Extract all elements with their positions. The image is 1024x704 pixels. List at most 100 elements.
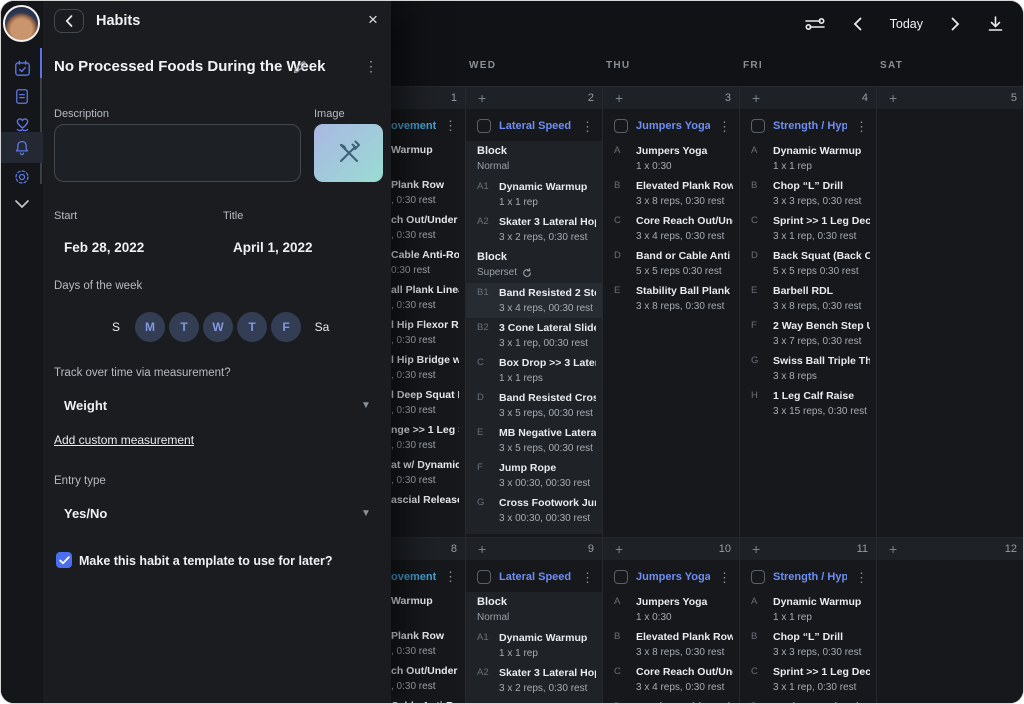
close-icon[interactable]: × (363, 10, 383, 30)
exercise-row[interactable]: CCore Reach Out/Under3 x 4 reps, 0:30 re… (603, 211, 739, 246)
day-circle-W-3[interactable]: W (203, 312, 233, 342)
workout-checkbox[interactable] (614, 119, 628, 133)
workout-card-title-row[interactable]: Jumpers Yoga / Core⋮ (603, 111, 739, 141)
start-date-value[interactable]: Feb 28, 2022 (64, 240, 144, 255)
day-plain-S-0[interactable]: S (101, 320, 131, 334)
entry-type-select-value[interactable]: Yes/No (64, 506, 107, 521)
sidebar-item-calendar-check[interactable] (1, 53, 43, 83)
back-button[interactable] (54, 9, 84, 33)
day-circle-M-1[interactable]: M (135, 312, 165, 342)
add-event-plus-icon[interactable]: + (615, 91, 623, 105)
exercise-main: Skater 3 Lateral Hops >> ...3 x 2 reps, … (499, 214, 596, 246)
add-event-plus-icon[interactable]: + (889, 91, 897, 105)
exercise-row[interactable]: B23 Cone Lateral Slide3 x 1 rep, 00:30 r… (466, 318, 602, 353)
prev-week-chevron-icon[interactable] (853, 17, 862, 31)
add-custom-measurement-link[interactable]: Add custom measurement (54, 433, 194, 447)
exercise-row[interactable]: H1 Leg Calf Raise3 x 15 reps, 0:30 rest (740, 386, 876, 421)
day-circle-F-5[interactable]: F (271, 312, 301, 342)
exercise-row[interactable]: GSwiss Ball Triple Threat3 x 8 reps (740, 351, 876, 386)
day-plain-Sa-6[interactable]: Sa (305, 320, 339, 334)
exercise-main: Core Reach Out/Under3 x 4 reps, 0:30 res… (636, 213, 733, 245)
workout-card-title-row[interactable]: Strength / Hypertro...⋮ (740, 562, 876, 592)
exercise-row[interactable]: AJumpers Yoga1 x 0:30 (603, 141, 739, 176)
workout-menu-kebab-icon[interactable]: ⋮ (718, 571, 731, 584)
add-event-plus-icon[interactable]: + (752, 91, 760, 105)
workout-menu-kebab-icon[interactable]: ⋮ (855, 571, 868, 584)
exercise-row[interactable]: DBack Squat (Back Off Set)5 x 5 reps 0:3… (740, 246, 876, 281)
exercise-row[interactable]: CSprint >> 1 Leg Declarations3 x 1 rep, … (740, 662, 876, 697)
user-avatar[interactable] (3, 5, 40, 42)
exercise-row[interactable]: A2Skater 3 Lateral Hops >> ...3 x 2 reps… (466, 212, 602, 247)
day-circle-T-4[interactable]: T (237, 312, 267, 342)
exercise-row[interactable]: B1Band Resisted 2 Step Late...3 x 4 reps… (466, 283, 602, 318)
exercise-row[interactable]: BElevated Plank Row3 x 8 reps, 0:30 rest (603, 627, 739, 662)
measurement-caret-icon[interactable]: ▼ (361, 400, 371, 411)
exercise-row[interactable]: DBand or Cable Anti Rotati...5 x 5 reps … (603, 697, 739, 704)
measurement-select-value[interactable]: Weight (64, 398, 107, 413)
exercise-row[interactable]: ADynamic Warmup1 x 1 rep (740, 592, 876, 627)
habit-image-tile[interactable] (314, 124, 383, 182)
fork-knife-icon (333, 137, 365, 169)
exercise-detail: 3 x 8 reps, 0:30 rest (636, 645, 733, 661)
workout-menu-kebab-icon[interactable]: ⋮ (718, 120, 731, 133)
workout-checkbox[interactable] (477, 570, 491, 584)
sidebar-item-gear[interactable] (1, 162, 43, 192)
workout-card-title-row[interactable]: Jumpers Yoga / Core ⋮ (603, 562, 739, 592)
workout-card-title: Jumpers Yoga / Core (636, 571, 710, 583)
workout-card-body: BlockNormalA1Dynamic Warmup1 x 1 repA2Sk… (466, 592, 602, 704)
next-week-chevron-icon[interactable] (951, 17, 960, 31)
exercise-row[interactable]: A2Skater 3 Lateral Hops >> ...3 x 2 reps… (466, 663, 602, 698)
exercise-row[interactable]: GCross Footwork Jump Rope3 x 00:30, 00:3… (466, 493, 602, 528)
habit-menu-kebab-icon[interactable]: ⋮ (363, 58, 379, 75)
workout-checkbox[interactable] (751, 119, 765, 133)
workout-menu-kebab-icon[interactable]: ⋮ (581, 571, 594, 584)
exercise-row[interactable]: EMB Negative Lateral Hop...3 x 5 reps, 0… (466, 423, 602, 458)
exercise-row[interactable]: A1Dynamic Warmup1 x 1 rep (466, 628, 602, 663)
exercise-row[interactable]: DBand or Cable Anti Rotati...5 x 5 reps … (603, 246, 739, 281)
exercise-row[interactable]: DBand Resisted Crossover...3 x 5 reps, 0… (466, 388, 602, 423)
entry-type-caret-icon[interactable]: ▼ (361, 508, 371, 519)
workout-menu-kebab-icon[interactable]: ⋮ (581, 120, 594, 133)
exercise-row[interactable]: ADynamic Warmup1 x 1 rep (740, 141, 876, 176)
exercise-row[interactable]: CCore Reach Out/Under3 x 4 reps, 0:30 re… (603, 662, 739, 697)
description-input[interactable] (54, 124, 301, 182)
edit-pencil-icon[interactable] (293, 60, 307, 74)
exercise-row[interactable]: EStability Ball Plank Linear ...3 x 8 re… (603, 281, 739, 316)
workout-checkbox[interactable] (477, 119, 491, 133)
workout-menu-kebab-icon[interactable]: ⋮ (444, 570, 457, 583)
exercise-row[interactable]: AJumpers Yoga1 x 0:30 (603, 592, 739, 627)
exercise-row[interactable]: EBarbell RDL3 x 8 reps, 0:30 rest (740, 281, 876, 316)
workout-checkbox[interactable] (614, 570, 628, 584)
workout-checkbox[interactable] (751, 570, 765, 584)
exercise-row[interactable]: BChop “L” Drill3 x 3 reps, 0:30 rest (740, 627, 876, 662)
exercise-row[interactable]: BChop “L” Drill3 x 3 reps, 0:30 rest (740, 176, 876, 211)
add-event-plus-icon[interactable]: + (889, 542, 897, 556)
exercise-main: l Deep Squat Mo..., 0:30 rest (391, 387, 459, 419)
exercise-row[interactable]: FJump Rope3 x 00:30, 00:30 rest (466, 458, 602, 493)
exercise-row[interactable]: DBack Squat (Back Off Set)5 x 5 reps 0:3… (740, 697, 876, 704)
filter-sliders-icon[interactable] (805, 16, 825, 32)
add-event-plus-icon[interactable]: + (478, 542, 486, 556)
exercise-row[interactable]: F2 Way Bench Step Up3 x 7 reps, 0:30 res… (740, 316, 876, 351)
sidebar-item-document[interactable] (1, 81, 43, 111)
workout-menu-kebab-icon[interactable]: ⋮ (855, 120, 868, 133)
workout-card-title-row[interactable]: Lateral Speed / Plyo⋮ (466, 111, 602, 141)
download-icon[interactable] (988, 16, 1003, 32)
template-checkbox[interactable] (56, 552, 72, 568)
exercise-row[interactable]: CBox Drop >> 3 Lateral H...1 x 1 reps (466, 353, 602, 388)
exercise-row[interactable]: A1Dynamic Warmup1 x 1 rep (466, 177, 602, 212)
sidebar-item-bell[interactable] (1, 132, 43, 163)
add-event-plus-icon[interactable]: + (752, 542, 760, 556)
sidebar-more-chevron-down-icon[interactable] (1, 189, 43, 219)
day-circle-T-2[interactable]: T (169, 312, 199, 342)
workout-card-title-row[interactable]: Strength / Hypertro...⋮ (740, 111, 876, 141)
add-event-plus-icon[interactable]: + (478, 91, 486, 105)
today-button[interactable]: Today (890, 17, 923, 31)
exercise-row[interactable]: BElevated Plank Row3 x 8 reps, 0:30 rest (603, 176, 739, 211)
end-date-value[interactable]: April 1, 2022 (233, 240, 313, 255)
exercise-row[interactable]: CSprint >> 1 Leg Declarations3 x 1 rep, … (740, 211, 876, 246)
exercise-detail: 3 x 8 reps, 0:30 rest (636, 299, 733, 315)
workout-menu-kebab-icon[interactable]: ⋮ (444, 119, 457, 132)
workout-card-title-row[interactable]: Lateral Speed / Plyo⋮ (466, 562, 602, 592)
add-event-plus-icon[interactable]: + (615, 542, 623, 556)
